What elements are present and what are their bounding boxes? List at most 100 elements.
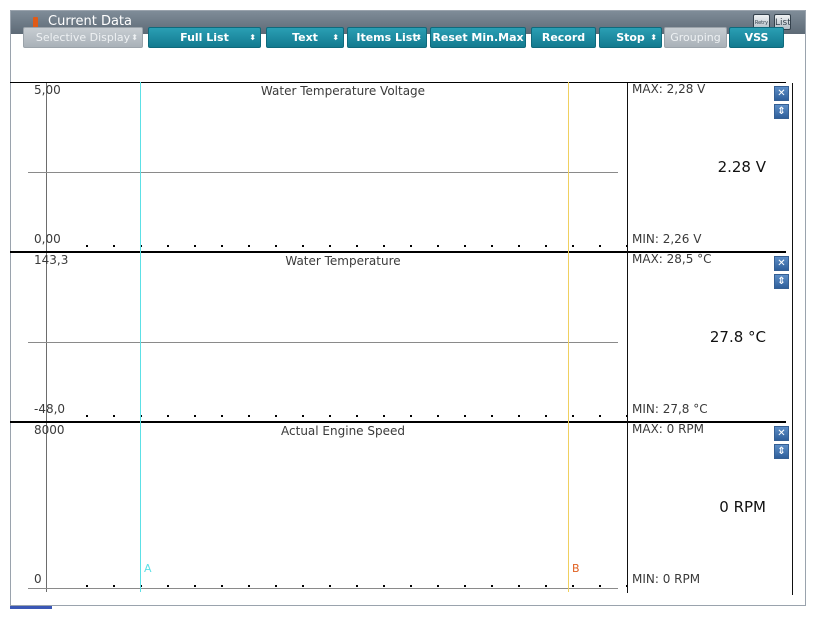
x-axis-tick xyxy=(410,415,412,417)
x-axis-tick xyxy=(464,245,466,247)
graph-panels: Water Temperature Voltage 5,00 0,00 MAX: 2,… xyxy=(10,82,796,594)
x-axis-tick xyxy=(599,245,601,247)
x-axis-tick xyxy=(221,585,223,587)
y-axis-min: 0,00 xyxy=(34,232,61,246)
toolbar-button-reset-min-max[interactable]: Reset Min.Max xyxy=(430,27,526,48)
y-axis-max: 143,3 xyxy=(34,253,69,267)
y-axis-min: 0 xyxy=(34,572,42,586)
cursor-b-label: B xyxy=(572,562,580,575)
graph-title: Actual Engine Speed xyxy=(281,424,405,438)
x-axis-tick xyxy=(86,415,88,417)
x-axis-tick xyxy=(275,245,277,247)
max-value-label: MAX: 2,28 V xyxy=(632,82,706,96)
up-down-arrow-icon: ⬍ xyxy=(249,33,256,42)
toolbar-button-label: Grouping xyxy=(670,31,721,44)
toolbar-button-full-list[interactable]: Full List ⬍ xyxy=(148,27,261,48)
x-axis-tick xyxy=(302,245,304,247)
data-trace-line xyxy=(28,588,618,589)
x-axis-tick xyxy=(518,245,520,247)
current-value: 0 RPM xyxy=(719,498,766,516)
x-axis-tick xyxy=(302,585,304,587)
toolbar-button-record[interactable]: Record xyxy=(531,27,596,48)
x-axis-tick xyxy=(545,245,547,247)
toolbar-button-items-list[interactable]: Items List ⬍ xyxy=(347,27,427,48)
toolbar-button-selective-display[interactable]: Selective Display ⬍ xyxy=(23,27,143,48)
x-axis-tick xyxy=(302,415,304,417)
y-axis-max: 5,00 xyxy=(34,83,61,97)
toolbar-button-label: Reset Min.Max xyxy=(432,31,524,44)
x-axis-tick xyxy=(86,245,88,247)
cursor-a-label: A xyxy=(144,562,152,575)
x-axis-tick xyxy=(329,585,331,587)
current-value: 27.8 °C xyxy=(709,328,766,346)
x-axis-tick xyxy=(356,415,358,417)
x-axis-tick xyxy=(248,245,250,247)
x-axis-tick xyxy=(437,245,439,247)
x-axis-tick xyxy=(113,245,115,247)
x-axis-tick xyxy=(167,585,169,587)
cursor-a-line[interactable] xyxy=(140,82,141,592)
x-axis-tick xyxy=(599,585,601,587)
x-axis-tick xyxy=(86,585,88,587)
x-axis-tick xyxy=(248,415,250,417)
graph-title: Water Temperature xyxy=(285,254,401,268)
toolbar-button-label: Text xyxy=(292,31,318,44)
x-axis-tick xyxy=(194,415,196,417)
x-axis-tick xyxy=(518,415,520,417)
x-axis-tick xyxy=(545,415,547,417)
toolbar-button-label: VSS xyxy=(744,31,769,44)
x-axis-tick xyxy=(383,245,385,247)
x-axis-tick xyxy=(167,245,169,247)
x-axis-tick xyxy=(599,415,601,417)
x-axis-tick xyxy=(221,245,223,247)
up-down-arrow-icon: ⬍ xyxy=(650,33,657,42)
graph-area xyxy=(46,252,640,422)
x-axis-tick xyxy=(221,415,223,417)
x-axis-tick xyxy=(167,415,169,417)
panel-divider xyxy=(627,83,628,593)
x-axis-tick xyxy=(491,245,493,247)
toolbar-button-label: Full List xyxy=(180,31,229,44)
expand-graph-icon[interactable]: ⇕ xyxy=(774,444,789,459)
graph-title: Water Temperature Voltage xyxy=(260,84,426,98)
x-axis-tick xyxy=(437,585,439,587)
toolbar-button-vss[interactable]: VSS xyxy=(729,27,784,48)
x-axis-tick xyxy=(356,585,358,587)
cursor-b-line[interactable] xyxy=(568,82,569,592)
x-axis-tick xyxy=(329,245,331,247)
x-axis-tick xyxy=(275,585,277,587)
expand-graph-icon[interactable]: ⇕ xyxy=(774,104,789,119)
min-value-label: MIN: 2,26 V xyxy=(632,232,702,246)
close-graph-icon[interactable]: ✕ xyxy=(774,426,789,441)
x-axis-tick xyxy=(383,415,385,417)
x-axis-tick xyxy=(410,245,412,247)
y-axis-max: 8000 xyxy=(34,423,65,437)
y-axis-min: -48,0 xyxy=(34,402,66,416)
close-graph-icon[interactable]: ✕ xyxy=(774,86,789,101)
x-axis-tick xyxy=(275,415,277,417)
max-value-label: MAX: 0 RPM xyxy=(632,422,705,436)
expand-graph-icon[interactable]: ⇕ xyxy=(774,274,789,289)
x-axis-tick xyxy=(113,585,115,587)
x-axis-tick xyxy=(518,585,520,587)
up-down-arrow-icon: ⬍ xyxy=(415,33,422,42)
toolbar-button-grouping[interactable]: Grouping xyxy=(664,27,727,48)
graph-area xyxy=(46,422,640,592)
min-value-label: MIN: 0 RPM xyxy=(632,572,701,586)
current-value: 2.28 V xyxy=(717,158,766,176)
x-axis-tick xyxy=(356,245,358,247)
toolbar-button-stop[interactable]: Stop ⬍ xyxy=(599,27,662,48)
data-trace-line xyxy=(28,172,618,173)
close-graph-icon[interactable]: ✕ xyxy=(774,256,789,271)
toolbar-button-label: Selective Display xyxy=(35,31,131,44)
x-axis-tick xyxy=(113,415,115,417)
x-axis-tick xyxy=(572,245,574,247)
graph-area xyxy=(46,82,640,252)
footer-indicator xyxy=(10,606,52,609)
toolbar-button-label: Record xyxy=(541,31,586,44)
x-axis-tick xyxy=(248,585,250,587)
toolbar-button-text[interactable]: Text ⬍ xyxy=(266,27,344,48)
x-axis-tick xyxy=(194,245,196,247)
up-down-arrow-icon: ⬍ xyxy=(332,33,339,42)
x-axis-tick xyxy=(464,585,466,587)
